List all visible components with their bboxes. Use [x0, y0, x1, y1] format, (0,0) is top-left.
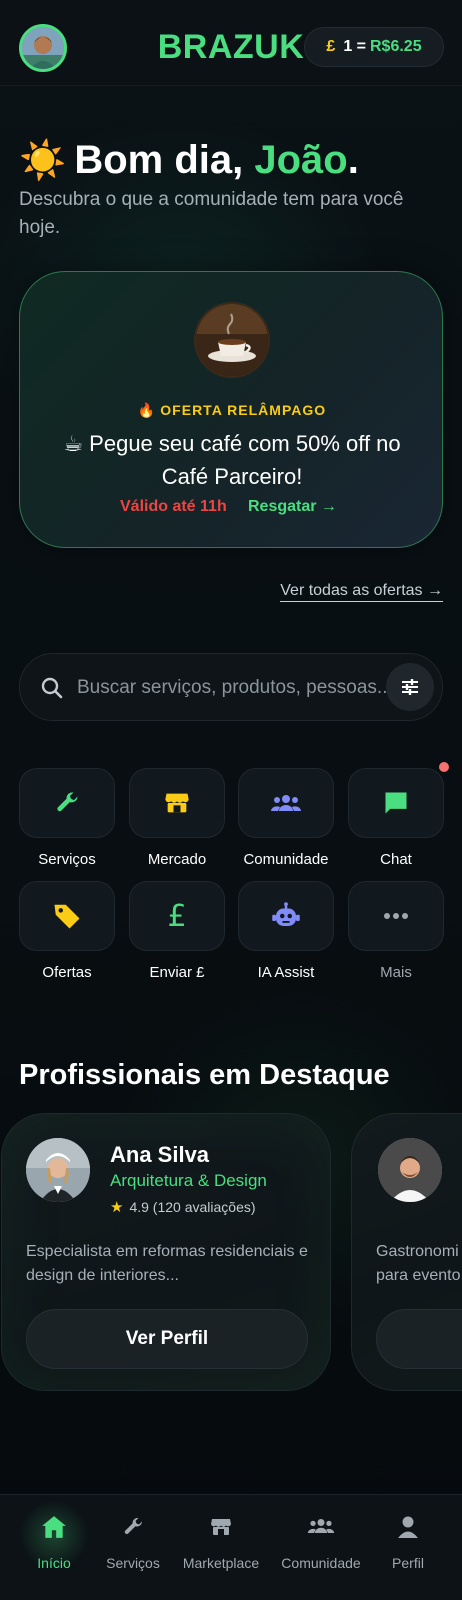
category-chat[interactable]: Chat [348, 768, 444, 868]
offer-validity: Válido até 11h [120, 498, 227, 515]
category-more[interactable]: Mais [348, 881, 444, 981]
pro-card[interactable]: Gastronomi para evento [351, 1113, 462, 1391]
flash-offer-card[interactable]: 🔥 OFERTA RELÂMPAGO ☕ Pegue seu café com 5… [19, 271, 443, 548]
category-tile: £ [129, 881, 225, 951]
category-label: Enviar £ [149, 964, 205, 981]
nav-label: Perfil [392, 1555, 424, 1571]
people-icon [306, 1515, 336, 1542]
category-tile [238, 768, 334, 838]
category-tile [238, 881, 334, 951]
pro-photo [26, 1138, 90, 1202]
nav-item-community[interactable]: Comunidade [274, 1495, 368, 1600]
redeem-link[interactable]: Resgatar → [248, 498, 337, 516]
greeting: ☀️ Bom dia, João. [19, 138, 359, 183]
top-bar: BRAZUK £ 1 = R$6.25 [0, 0, 462, 86]
greeting-subtitle: Descubra o que a comunidade tem para voc… [19, 189, 404, 238]
exchange-rate-pill[interactable]: £ 1 = R$6.25 [304, 27, 444, 67]
offer-headline: ☕ Pegue seu café com 50% off no Café Par… [63, 431, 401, 489]
pro-rating-text: 4.9 (120 avaliações) [129, 1199, 256, 1215]
category-community[interactable]: Comunidade [238, 768, 334, 868]
people-icon [271, 795, 301, 811]
category-market[interactable]: Mercado [129, 768, 225, 868]
pro-rating: ★ 4.9 (120 avaliações) [110, 1198, 256, 1216]
category-label: Comunidade [243, 851, 329, 868]
category-send-money[interactable]: £ Enviar £ [129, 881, 225, 981]
category-label: Mais [380, 964, 412, 981]
robot-icon [272, 902, 300, 926]
flash-offer-tag: 🔥 OFERTA RELÂMPAGO [20, 402, 444, 419]
category-label: Chat [380, 851, 412, 868]
nav-label: Serviços [106, 1555, 160, 1571]
category-label: Serviços [38, 851, 96, 868]
nav-label: Comunidade [281, 1555, 361, 1571]
view-profile-button[interactable]: Ver Perfil [26, 1309, 308, 1369]
greeting-name: João [254, 138, 348, 182]
category-tile [348, 881, 444, 951]
nav-label: Início [37, 1555, 71, 1571]
coffee-image [194, 302, 270, 378]
category-services[interactable]: Serviços [19, 768, 115, 868]
search-input[interactable] [77, 670, 387, 706]
nav-item-home[interactable]: Início [10, 1495, 98, 1600]
pro-photo [378, 1138, 442, 1202]
wrench-icon [121, 1515, 145, 1544]
store-icon [165, 793, 189, 813]
rate-text: 1 = [343, 38, 366, 55]
fire-icon: 🔥 [137, 402, 157, 418]
pound-icon: £ [167, 898, 187, 934]
nav-item-profile[interactable]: Perfil [376, 1495, 440, 1600]
category-label: IA Assist [257, 964, 315, 981]
more-icon [384, 913, 408, 919]
notification-dot [439, 762, 449, 772]
wrench-icon [57, 792, 78, 812]
greeting-suffix: . [347, 138, 359, 182]
tag-icon [54, 904, 80, 929]
sliders-icon [402, 679, 418, 695]
home-icon [41, 1515, 67, 1544]
bottom-navigation: Início Serviços Marketplace Comunidade P… [0, 1494, 462, 1600]
store-icon [208, 1515, 234, 1544]
nav-item-services[interactable]: Serviços [96, 1495, 170, 1600]
chat-icon [385, 792, 407, 814]
see-all-offers-link[interactable]: Ver todas as ofertas → [280, 582, 443, 602]
search-icon [40, 676, 64, 705]
view-profile-button[interactable] [376, 1309, 462, 1369]
category-tile [129, 768, 225, 838]
category-tile [19, 768, 115, 838]
sun-icon: ☀️ [19, 139, 67, 182]
pro-description: Especialista em reformas residenciais e … [26, 1243, 308, 1284]
flash-offer-tag-text: OFERTA RELÂMPAGO [160, 402, 327, 418]
search-bar [19, 653, 443, 721]
category-label: Mercado [147, 851, 207, 868]
category-label: Ofertas [42, 964, 92, 981]
pound-icon: £ [326, 38, 336, 55]
category-tile [348, 768, 444, 838]
section-title: Profissionais em Destaque [19, 1059, 390, 1091]
pro-description: Gastronomi para evento [376, 1243, 461, 1284]
pro-card[interactable]: Ana Silva Arquitetura & Design ★ 4.9 (12… [1, 1113, 331, 1391]
star-icon: ★ [110, 1199, 124, 1216]
nav-label: Marketplace [182, 1555, 260, 1571]
person-icon [397, 1515, 419, 1544]
category-offers[interactable]: Ofertas [19, 881, 115, 981]
rate-value: R$6.25 [370, 38, 422, 55]
pro-name: Ana Silva [110, 1142, 210, 1167]
greeting-prefix: Bom dia, [74, 138, 244, 182]
pro-role: Arquitetura & Design [110, 1171, 267, 1190]
nav-item-marketplace[interactable]: Marketplace [174, 1495, 268, 1600]
filter-button[interactable] [386, 663, 434, 711]
category-ai-assist[interactable]: IA Assist [238, 881, 334, 981]
category-tile [19, 881, 115, 951]
